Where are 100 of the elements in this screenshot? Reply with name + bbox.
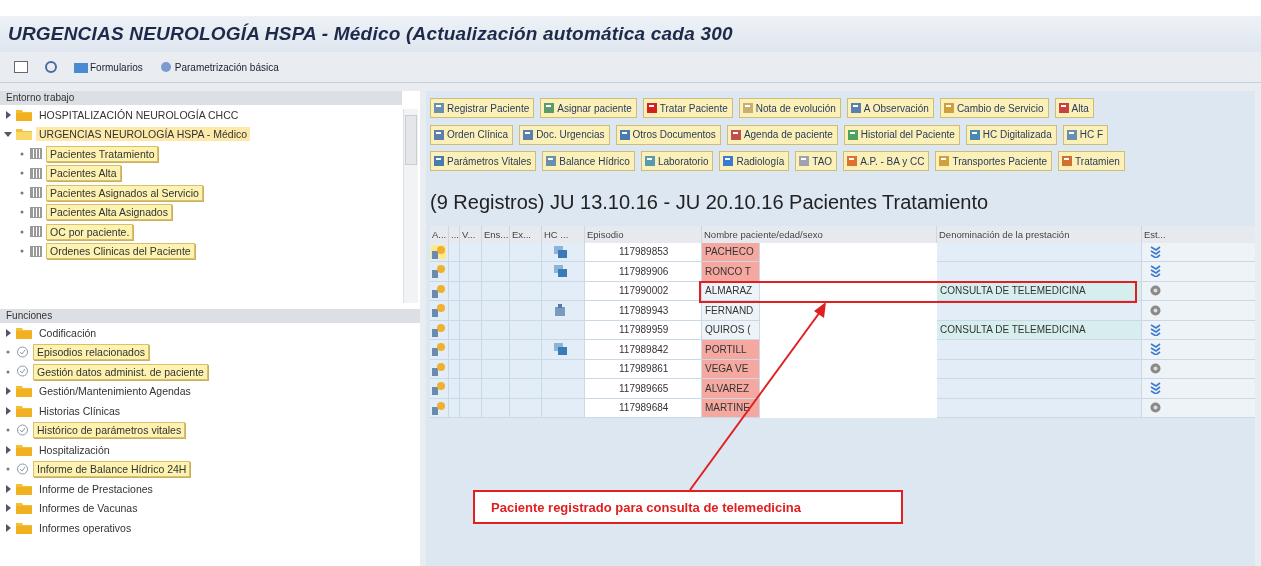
action-button[interactable]: Alta [1054,98,1094,118]
action-button[interactable]: A Observación [846,98,934,118]
expand-arrow-icon[interactable] [4,484,12,493]
action-button[interactable]: Agenda de paciente [726,124,838,145]
expand-arrow-icon[interactable] [4,328,12,337]
action-button[interactable]: Cambio de Servicio [939,98,1049,118]
action-icon [433,102,445,114]
table-cell [482,398,510,418]
column-header[interactable]: Ens... [482,225,510,243]
action-button[interactable]: Registrar Paciente [430,98,535,118]
action-button[interactable]: Tratar Paciente [642,98,733,118]
action-button[interactable]: Tratamien [1058,151,1125,171]
tree-item[interactable]: Historias Clínicas [36,403,124,418]
column-header[interactable]: Denominación de la prestación [937,225,1142,243]
column-header[interactable]: Est... [1142,225,1255,243]
tree-item[interactable]: OC por paciente. [46,223,134,240]
action-button[interactable]: Transportes Paciente [935,151,1053,171]
action-icon [433,155,445,167]
tree-item[interactable]: Informes operativos [36,520,135,535]
table-cell [449,301,460,321]
refresh-icon[interactable] [44,60,58,74]
tree-item[interactable]: Informes de Vacunas [36,501,141,516]
action-button[interactable]: Orden Clínica [430,124,514,145]
action-button[interactable]: Doc. Urgencias [519,124,610,145]
action-button[interactable]: Nota de evolución [738,98,841,118]
tree-item[interactable]: Informe de Balance Hídrico 24H [33,461,191,478]
table-cell: FERNAND [702,301,760,321]
action-icon [938,155,951,167]
expand-arrow-icon[interactable] [4,130,12,139]
expand-arrow-icon[interactable] [4,406,12,415]
tree-item[interactable]: Pacientes Alta [46,165,121,182]
table-cell [449,379,460,399]
function-icon [16,345,29,359]
action-icon [846,155,859,167]
folder-icon [16,385,32,398]
arrows-icon [1150,323,1161,336]
table-cell [542,379,585,399]
toolbar-button[interactable]: Parametrización básica [154,61,283,73]
scrollbar[interactable] [403,109,418,303]
tree-item[interactable]: Hospitalización [36,442,113,457]
action-button[interactable]: Balance Hídrico [542,151,635,171]
tree-item[interactable]: HOSPITALIZACIÓN NEUROLOGÍA CHCC [36,107,242,122]
table-cell: ALVAREZ [702,379,760,399]
tree-item[interactable]: Gestión/Mantenimiento Agendas [36,384,194,399]
action-button[interactable]: Historial del Paciente [843,124,960,145]
document-icon[interactable] [554,343,567,356]
document-icon[interactable] [554,245,567,258]
action-button[interactable]: HC F [1062,124,1109,145]
building-icon[interactable] [554,304,566,317]
tree-item[interactable]: Histórico de parámetros vitales [33,422,186,439]
table-cell [449,340,460,360]
action-icon [1065,128,1078,141]
expand-arrow-icon[interactable] [4,504,12,513]
window-icon[interactable] [14,61,28,73]
column-header[interactable]: Ex... [510,225,542,243]
column-header[interactable]: Nombre paciente/edad/sexo [702,225,937,243]
tree-item[interactable]: Episodios relacionados [33,344,149,361]
function-icon [16,365,29,379]
action-button[interactable]: Asignar paciente [540,98,637,118]
tree-item[interactable]: Informe de Prestaciones [36,481,156,496]
action-button[interactable]: Laboratorio [640,151,714,171]
expand-arrow-icon[interactable] [4,523,12,532]
table-cell: 117989861 [585,359,702,379]
toolbar-button[interactable]: Formularios [70,61,147,73]
column-header[interactable]: V... [460,225,482,243]
action-icon [849,102,862,114]
action-button[interactable]: HC Digitalizada [965,124,1057,145]
table-cell [510,379,542,399]
folder-icon [16,521,32,534]
action-button[interactable]: Radiología [719,151,790,171]
tree-item[interactable]: Codificación [36,325,100,340]
action-button[interactable]: Parámetros Vitales [430,151,537,171]
column-header[interactable]: Episodio [585,225,702,243]
folder-icon [16,128,32,141]
action-button[interactable]: Otros Documentos [615,124,721,145]
tree-item[interactable]: Pacientes Alta Asignados [46,204,172,221]
action-icon [1061,155,1074,167]
action-button[interactable]: TAO [795,151,838,171]
expand-arrow-icon[interactable] [4,387,12,396]
column-header[interactable]: A... [430,225,449,243]
action-icon [433,128,445,141]
folder-icon [16,482,32,495]
table-cell: RONCO T [702,262,760,282]
column-header[interactable]: ... [449,225,460,243]
expand-arrow-icon[interactable] [4,110,12,119]
circle-icon [1150,363,1161,375]
tree-item[interactable]: URGENCIAS NEUROLOGÍA HSPA - Médico [36,127,251,142]
column-header[interactable]: HC ... [542,225,585,243]
table-cell: 117989853 [585,242,702,262]
tree-item[interactable]: Pacientes Tratamiento [46,145,159,162]
tree-item[interactable]: Pacientes Asignados al Servicio [46,184,203,201]
document-icon[interactable] [554,265,567,278]
tree-item[interactable]: Gestión datos administ. de paciente [33,363,208,380]
table-cell: ALMARAZ [702,281,760,301]
expand-arrow-icon[interactable] [4,445,12,454]
tree-item[interactable]: Ordenes Clinicas del Paciente [46,243,195,260]
action-button[interactable]: A.P. - BA y CC [843,151,930,171]
table-cell [482,340,510,360]
table-cell [542,398,585,418]
action-icon [618,128,631,141]
